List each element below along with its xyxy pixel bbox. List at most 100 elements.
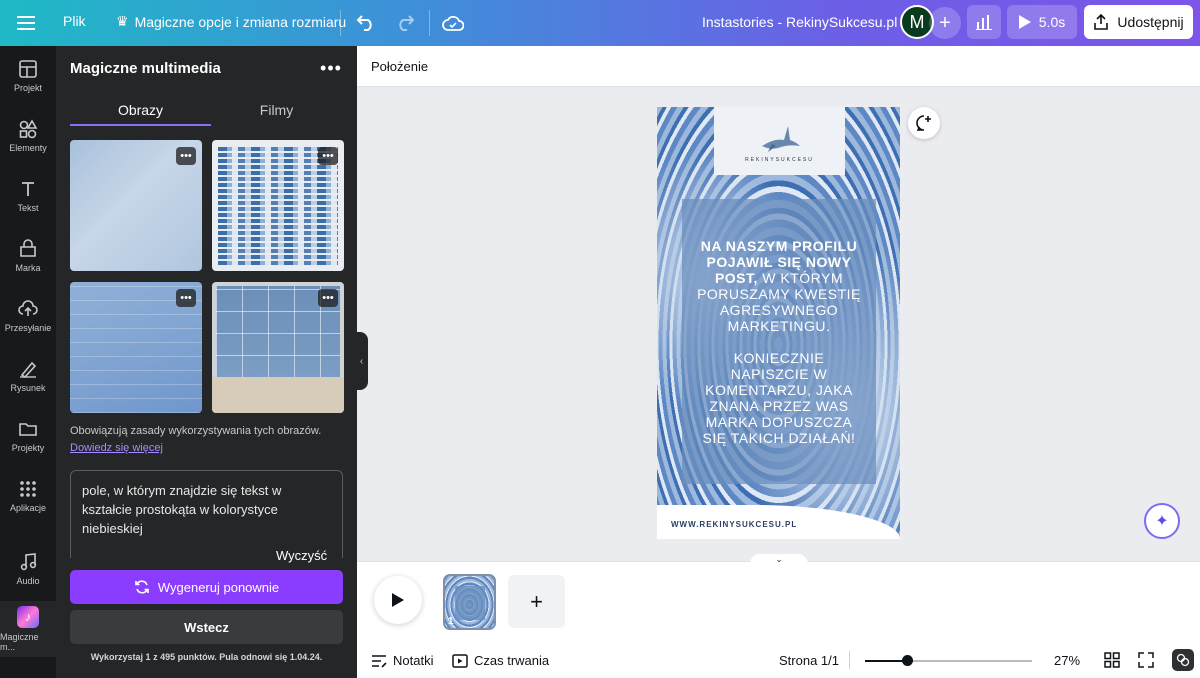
notes-label: Notatki — [393, 653, 434, 668]
position-button[interactable]: Położenie — [371, 59, 428, 74]
rail-item-elementy[interactable]: Elementy — [0, 108, 56, 164]
play-icon — [392, 593, 404, 607]
rail-label: Audio — [16, 576, 40, 586]
cloud-saved-icon[interactable] — [441, 11, 465, 35]
collapse-panel-icon[interactable]: ‹ — [355, 332, 368, 390]
rail-label: Rysunek — [10, 383, 46, 393]
magic-resize-label: Magiczne opcje i zmiana rozmiaru — [134, 13, 347, 30]
timer-icon — [452, 653, 468, 668]
add-collaborator-button[interactable]: + — [929, 7, 961, 39]
rail-item-marka[interactable]: Marka — [0, 228, 56, 284]
chevron-down-icon[interactable]: ⌄ — [750, 554, 808, 568]
footer-bar: Notatki Czas trwania Strona 1/1 27% — [357, 641, 1200, 678]
rail-label: Elementy — [9, 143, 47, 153]
image-options-icon[interactable]: ••• — [176, 147, 196, 165]
draw-icon — [20, 361, 37, 379]
rail-item-projekt[interactable]: Projekt — [0, 48, 56, 104]
learn-more-link[interactable]: Dowiedz się więcej — [70, 442, 163, 454]
active-tab-indicator — [70, 124, 211, 126]
share-upload-icon — [1094, 14, 1109, 30]
page-number: 1 — [448, 616, 454, 627]
add-page-button[interactable]: + — [508, 575, 565, 628]
rail-item-rysunek[interactable]: Rysunek — [0, 348, 56, 404]
add-comment-icon[interactable] — [908, 107, 940, 139]
magic-resize-button[interactable]: ♛ Magiczne opcje i zmiana rozmiaru — [116, 13, 346, 30]
regenerate-label: Wygeneruj ponownie — [157, 579, 280, 595]
music-icon — [20, 553, 37, 571]
apps-icon — [20, 481, 36, 497]
upload-icon — [18, 300, 38, 316]
card-paragraph-1: NA NASZYM PROFILU POJAWIŁ SIĘ NOWY POST,… — [696, 238, 862, 334]
refresh-icon — [135, 580, 149, 594]
beige-band — [212, 377, 344, 413]
tab-videos[interactable]: Filmy — [206, 102, 347, 118]
undo-icon[interactable] — [354, 11, 378, 35]
brand-logo[interactable]: REKINYSUKCESU — [714, 107, 845, 175]
generated-image-1[interactable]: ••• — [70, 140, 202, 271]
page-thumbnail[interactable]: 1 — [443, 574, 496, 630]
prompt-textarea[interactable]: pole, w którym znajdzie się tekst w kszt… — [70, 470, 343, 558]
generated-image-2[interactable]: ••• — [212, 140, 344, 271]
bar-chart-icon — [976, 15, 992, 30]
folder-icon — [19, 423, 37, 436]
back-button[interactable]: Wstecz — [70, 610, 343, 644]
thumbnail-card — [455, 586, 485, 620]
pages-strip: ⌄ 1 + — [357, 554, 1200, 641]
credits-info: Wykorzystaj 1 z 495 punktów. Pula odnowi… — [90, 652, 323, 662]
document-title[interactable]: Instastories - RekinySukcesu.pl — [702, 14, 897, 30]
insights-button[interactable] — [967, 5, 1001, 39]
left-rail: Projekt Elementy Tekst Marka Przesyłanie… — [0, 46, 56, 678]
help-icon[interactable] — [1172, 649, 1194, 671]
image-options-icon[interactable]: ••• — [318, 289, 338, 307]
design-page[interactable]: REKINYSUKCESU NA NASZYM PROFILU POJAWIŁ … — [657, 107, 900, 539]
zoom-level[interactable]: 27% — [1054, 653, 1080, 668]
fullscreen-icon[interactable] — [1138, 652, 1154, 668]
zoom-slider-handle[interactable] — [901, 655, 913, 666]
rail-label: Projekty — [11, 443, 45, 453]
rail-item-projekty[interactable]: Projekty — [0, 408, 56, 464]
rail-item-audio[interactable]: Audio — [0, 541, 56, 597]
toolbar-divider — [429, 10, 430, 36]
crown-icon: ♛ — [116, 13, 129, 29]
notes-button[interactable]: Notatki — [371, 653, 433, 668]
more-options-icon[interactable]: ••• — [318, 56, 344, 80]
magic-media-icon: ♪ — [17, 606, 39, 628]
rail-item-tekst[interactable]: Tekst — [0, 168, 56, 224]
regenerate-button[interactable]: Wygeneruj ponownie — [70, 570, 343, 604]
menu-icon[interactable] — [12, 10, 40, 36]
duration-label: Czas trwania — [474, 653, 550, 668]
brand-icon — [20, 239, 36, 257]
magic-assistant-icon[interactable]: ✦ — [1144, 503, 1180, 539]
page-count[interactable]: Strona 1/1 — [779, 653, 839, 668]
file-menu-button[interactable]: Plik — [63, 13, 86, 29]
top-toolbar: Plik ♛ Magiczne opcje i zmiana rozmiaru … — [0, 0, 1200, 46]
play-pages-button[interactable] — [374, 576, 422, 624]
rail-label: Tekst — [17, 203, 39, 213]
redo-icon[interactable] — [393, 11, 417, 35]
logo-text: REKINYSUKCESU — [745, 156, 814, 163]
clear-button[interactable]: Wyczyść — [276, 548, 327, 563]
tab-images[interactable]: Obrazy — [70, 102, 211, 118]
panel-title: Magiczne multimedia — [70, 60, 221, 77]
rail-item-przesylanie[interactable]: Przesyłanie — [0, 288, 56, 344]
text-card[interactable]: NA NASZYM PROFILU POJAWIŁ SIĘ NOWY POST,… — [682, 199, 876, 484]
duration-button[interactable]: Czas trwania — [452, 653, 549, 668]
play-duration: 5.0s — [1038, 14, 1066, 30]
layout-icon — [19, 60, 37, 78]
rail-item-magiczne-multimedia[interactable]: ♪ Magiczne m... — [0, 601, 56, 657]
generated-image-3[interactable]: ••• — [70, 282, 202, 413]
magic-media-panel: Magiczne multimedia ••• Obrazy Filmy •••… — [56, 46, 357, 678]
image-options-icon[interactable]: ••• — [176, 289, 196, 307]
website-url: WWW.REKINYSUKCESU.PL — [671, 520, 798, 529]
share-button[interactable]: Udostępnij — [1084, 5, 1193, 39]
footer-divider — [849, 651, 850, 669]
generated-image-4[interactable]: ••• — [212, 282, 344, 413]
usage-notice: Obowiązują zasady wykorzystywania tych o… — [70, 425, 322, 437]
zoom-slider-fill — [865, 660, 907, 662]
grid-view-icon[interactable] — [1104, 652, 1120, 668]
rail-item-aplikacje[interactable]: Aplikacje — [0, 468, 56, 524]
image-options-icon[interactable]: ••• — [318, 147, 338, 165]
present-play-button[interactable]: 5.0s — [1007, 5, 1077, 39]
toolbar-divider — [340, 10, 341, 36]
shark-icon — [761, 125, 800, 152]
